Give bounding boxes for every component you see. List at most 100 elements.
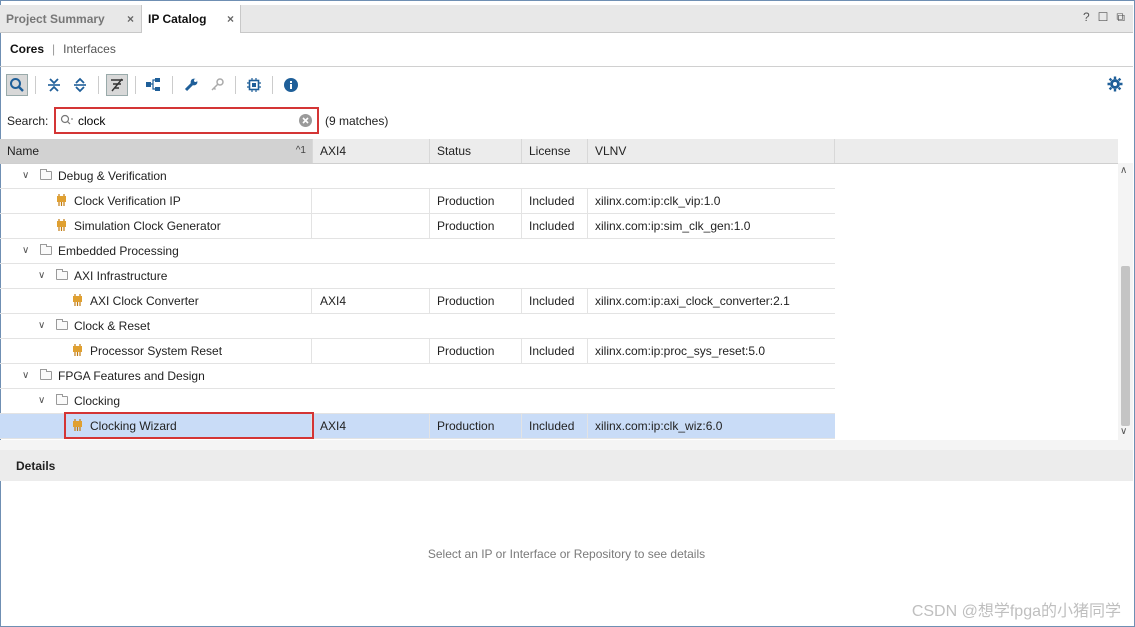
column-header-license[interactable]: License [522, 139, 588, 163]
filter-icon [111, 78, 123, 92]
toolbar-separator [272, 76, 273, 94]
table-row[interactable]: AXI Clock Converter AXI4 Production Incl… [0, 289, 835, 314]
license-button[interactable] [206, 74, 228, 96]
clear-search-icon[interactable] [298, 113, 313, 128]
toolbar-separator [235, 76, 236, 94]
settings-button[interactable] [1107, 76, 1123, 95]
wrench-icon [184, 78, 198, 92]
license-cell: Included [522, 214, 588, 238]
column-header-axi4[interactable]: AXI4 [313, 139, 430, 163]
column-header-vlnv[interactable]: VLNV [588, 139, 835, 163]
chevron-down-icon[interactable]: ∨ [22, 239, 29, 263]
table-row[interactable]: ∨ Debug & Verification [0, 164, 835, 189]
chevron-down-icon[interactable]: ∨ [22, 364, 29, 388]
tab-project-summary[interactable]: Project Summary × [0, 5, 140, 32]
chevron-down-icon[interactable]: ∨ [38, 389, 45, 413]
chevron-down-icon[interactable]: ∨ [1120, 426, 1127, 437]
tab-bar: Project Summary × IP Catalog × ? ☐ ⧉ [0, 5, 1133, 33]
folder-icon [56, 394, 68, 405]
details-header: Details [0, 450, 1133, 481]
help-icon[interactable]: ? [1083, 10, 1090, 25]
settings-tool-button[interactable] [180, 74, 202, 96]
vlnv-cell: xilinx.com:ip:axi_clock_converter:2.1 [595, 294, 790, 308]
axi4-cell [313, 189, 430, 213]
maximize-icon[interactable]: ☐ [1098, 10, 1109, 25]
details-title: Details [16, 459, 56, 473]
search-icon [60, 114, 73, 125]
tab-interfaces[interactable]: Interfaces [63, 42, 116, 56]
collapse-all-button[interactable] [43, 74, 65, 96]
column-label: Status [437, 144, 472, 158]
close-icon[interactable]: × [127, 12, 134, 26]
table-row[interactable]: Clock Verification IP Production Include… [0, 189, 835, 214]
table-row[interactable]: ∨ AXI Infrastructure [0, 264, 835, 289]
chevron-down-icon[interactable]: ∨ [38, 314, 45, 338]
vertical-scrollbar[interactable]: ∧ ∨ [1118, 163, 1133, 440]
folder-icon [40, 169, 52, 180]
axi4-cell: AXI4 [313, 414, 430, 438]
category-label: AXI Infrastructure [74, 269, 168, 283]
status-cell: Production [430, 414, 522, 438]
tab-cores[interactable]: Cores [10, 42, 44, 56]
chip-icon [247, 78, 261, 92]
vlnv-cell: xilinx.com:ip:proc_sys_reset:5.0 [595, 344, 766, 358]
hierarchy-icon [146, 78, 160, 91]
hierarchy-button[interactable] [143, 74, 165, 96]
chevron-down-icon[interactable]: ∨ [22, 164, 29, 188]
vlnv-cell: xilinx.com:ip:sim_clk_gen:1.0 [595, 219, 751, 233]
toolbar-separator [35, 76, 36, 94]
filter-button[interactable] [106, 74, 128, 96]
watermark: CSDN @想学fpga的小猪同学 [911, 603, 1121, 620]
search-input[interactable] [78, 112, 293, 130]
ip-name: Clocking Wizard [90, 419, 177, 433]
toolbar [6, 72, 302, 98]
match-count: (9 matches) [325, 114, 389, 128]
info-button[interactable] [280, 74, 302, 96]
ip-core-icon [57, 194, 66, 206]
expand-all-button[interactable] [69, 74, 91, 96]
column-label: AXI4 [320, 144, 347, 158]
ip-core-icon [57, 219, 66, 231]
folder-icon [40, 244, 52, 255]
table-row-selected[interactable]: Clocking Wizard AXI4 Production Included… [0, 414, 835, 439]
pane-divider[interactable] [0, 440, 1133, 450]
table-row[interactable]: ∨ Clock & Reset [0, 314, 835, 339]
table-row[interactable]: Simulation Clock Generator Production In… [0, 214, 835, 239]
key-icon [211, 78, 224, 91]
table-row[interactable]: ∨ FPGA Features and Design [0, 364, 835, 389]
float-window-icon[interactable]: ⧉ [1116, 10, 1125, 25]
chevron-down-icon[interactable]: ∨ [38, 264, 45, 288]
table-row[interactable]: ∨ Clocking [0, 389, 835, 414]
search-field[interactable] [54, 107, 319, 134]
category-label: Clocking [74, 394, 121, 408]
category-label: FPGA Features and Design [58, 369, 205, 383]
ip-name: Processor System Reset [90, 344, 223, 358]
table-row[interactable]: Processor System Reset Production Includ… [0, 339, 835, 364]
table-header: Name ^1 AXI4 Status License VLNV [0, 139, 1118, 164]
view-subtabs: Cores | Interfaces [10, 42, 116, 56]
table-row[interactable]: ∨ Embedded Processing [0, 239, 835, 264]
status-cell: Production [430, 339, 522, 363]
subtab-separator: | [52, 42, 56, 56]
status-cell: Production [430, 214, 522, 238]
chip-button[interactable] [243, 74, 265, 96]
tab-label: Project Summary [6, 11, 105, 26]
status-cell: Production [430, 189, 522, 213]
scrollbar-thumb[interactable] [1121, 266, 1130, 426]
license-cell: Included [522, 289, 588, 313]
category-label: Embedded Processing [58, 244, 179, 258]
gear-icon [1107, 76, 1123, 92]
tab-ip-catalog[interactable]: IP Catalog × [141, 5, 241, 33]
category-label: Debug & Verification [58, 169, 167, 183]
close-icon[interactable]: × [227, 12, 234, 26]
toolbar-separator [135, 76, 136, 94]
chevron-up-icon[interactable]: ∧ [1120, 165, 1127, 176]
column-header-status[interactable]: Status [430, 139, 522, 163]
search-button[interactable] [6, 74, 28, 96]
category-label: Clock & Reset [74, 319, 151, 333]
expand-all-icon [74, 77, 86, 93]
vlnv-cell: xilinx.com:ip:clk_vip:1.0 [595, 194, 721, 208]
ip-name: AXI Clock Converter [90, 294, 199, 308]
column-header-name[interactable]: Name ^1 [0, 139, 313, 163]
license-cell: Included [522, 189, 588, 213]
